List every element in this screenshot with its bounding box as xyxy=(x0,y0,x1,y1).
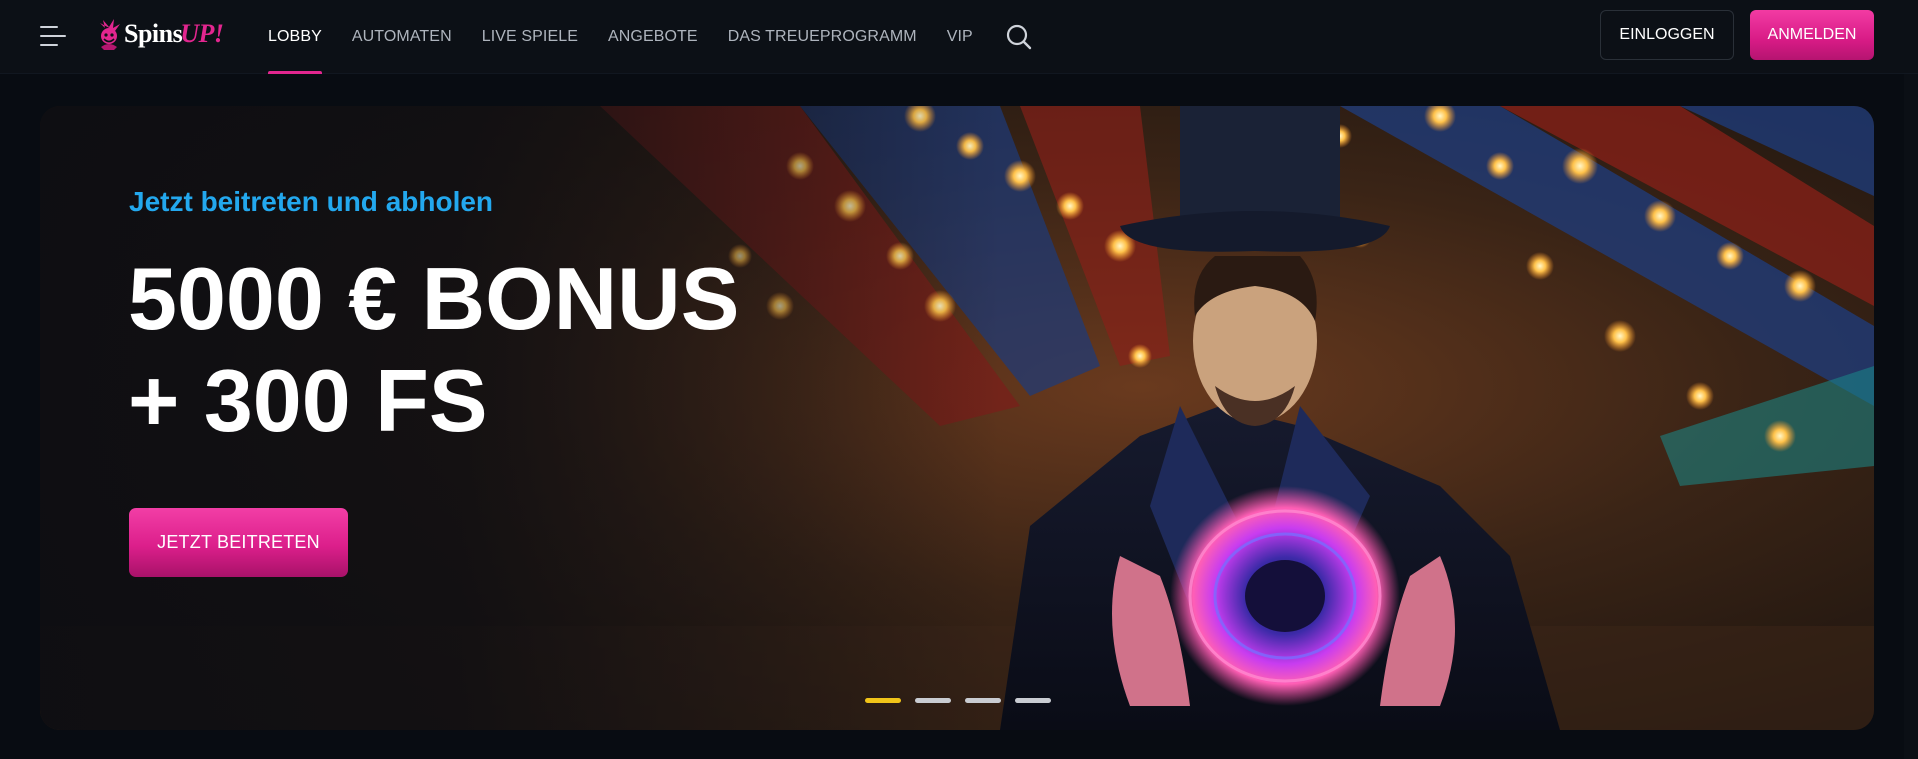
carousel-dot-4[interactable] xyxy=(1015,698,1051,703)
main-nav: LOBBY AUTOMATEN LIVE SPIELE ANGEBOTE DAS… xyxy=(268,0,1035,74)
nav-item-treueprogramm[interactable]: DAS TREUEPROGRAMM xyxy=(728,0,917,74)
carousel-dot-3[interactable] xyxy=(965,698,1001,703)
hero-kicker-text: Jetzt beitreten und abholen xyxy=(129,186,494,217)
register-button[interactable]: ANMELDEN xyxy=(1750,10,1874,60)
scrollbar-track[interactable] xyxy=(1904,74,1918,759)
nav-item-live-spiele[interactable]: LIVE SPIELE xyxy=(482,0,578,74)
join-now-button[interactable]: JETZT BEITRETEN xyxy=(129,508,348,577)
logo-text-spins: Spins xyxy=(124,19,183,48)
hamburger-menu-icon[interactable] xyxy=(40,25,68,47)
carousel-dot-1[interactable] xyxy=(865,698,901,703)
hero-title-line-1: 5000 € BONUS xyxy=(128,249,740,348)
search-icon[interactable] xyxy=(1005,22,1035,52)
hero-title: 5000 € BONUS + 300 FS xyxy=(128,248,739,452)
clown-logo-icon xyxy=(100,19,120,50)
login-button[interactable]: EINLOGGEN xyxy=(1600,10,1734,60)
hero-title-line-2: + 300 FS xyxy=(128,351,488,450)
carousel-pagination xyxy=(865,698,1065,703)
site-logo[interactable]: Spins UP! xyxy=(92,14,224,54)
nav-item-automaten[interactable]: AUTOMATEN xyxy=(352,0,452,74)
nav-item-lobby[interactable]: LOBBY xyxy=(268,0,322,74)
nav-item-angebote[interactable]: ANGEBOTE xyxy=(608,0,698,74)
site-header: Spins UP! LOBBY AUTOMATEN LIVE SPIELE AN… xyxy=(0,0,1918,74)
hero-banner: Jetzt beitreten und abholen 5000 € BONUS… xyxy=(40,106,1874,730)
carousel-dot-2[interactable] xyxy=(915,698,951,703)
nav-item-vip[interactable]: VIP xyxy=(947,0,973,74)
logo-text-up: UP! xyxy=(180,19,224,48)
